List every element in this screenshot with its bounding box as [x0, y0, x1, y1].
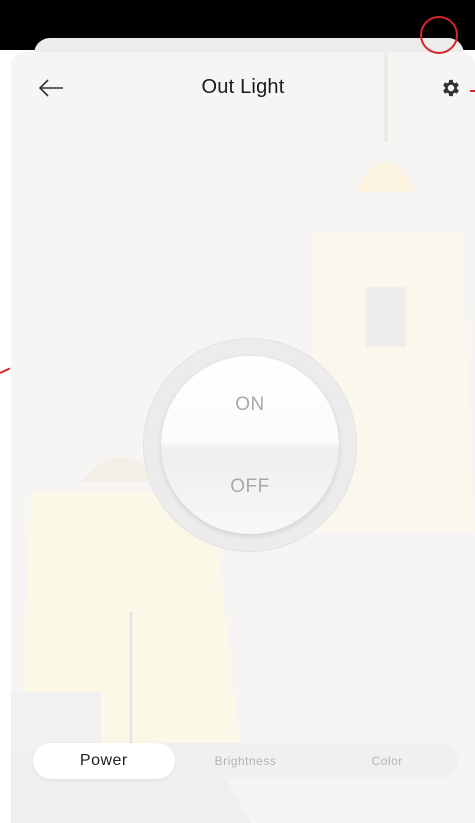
- tab-power[interactable]: Power: [33, 743, 175, 779]
- settings-button[interactable]: [432, 69, 470, 107]
- highlight-pointer-left: [0, 367, 11, 374]
- app-header: Out Light: [11, 52, 475, 124]
- power-on-button[interactable]: ON: [161, 356, 339, 445]
- power-switch[interactable]: ON OFF: [161, 356, 339, 534]
- power-off-button[interactable]: OFF: [161, 445, 339, 534]
- app-frame: Out Light ON OFF Power Brightness Color: [0, 0, 475, 823]
- tab-brightness[interactable]: Brightness: [175, 743, 317, 779]
- tab-color[interactable]: Color: [316, 743, 458, 779]
- gear-icon: [443, 79, 459, 97]
- page-title: Out Light: [201, 76, 285, 98]
- device-control-sheet: Out Light ON OFF Power Brightness Color: [11, 52, 475, 823]
- control-tabs: Power Brightness Color: [33, 743, 458, 779]
- highlight-pointer: [470, 90, 475, 92]
